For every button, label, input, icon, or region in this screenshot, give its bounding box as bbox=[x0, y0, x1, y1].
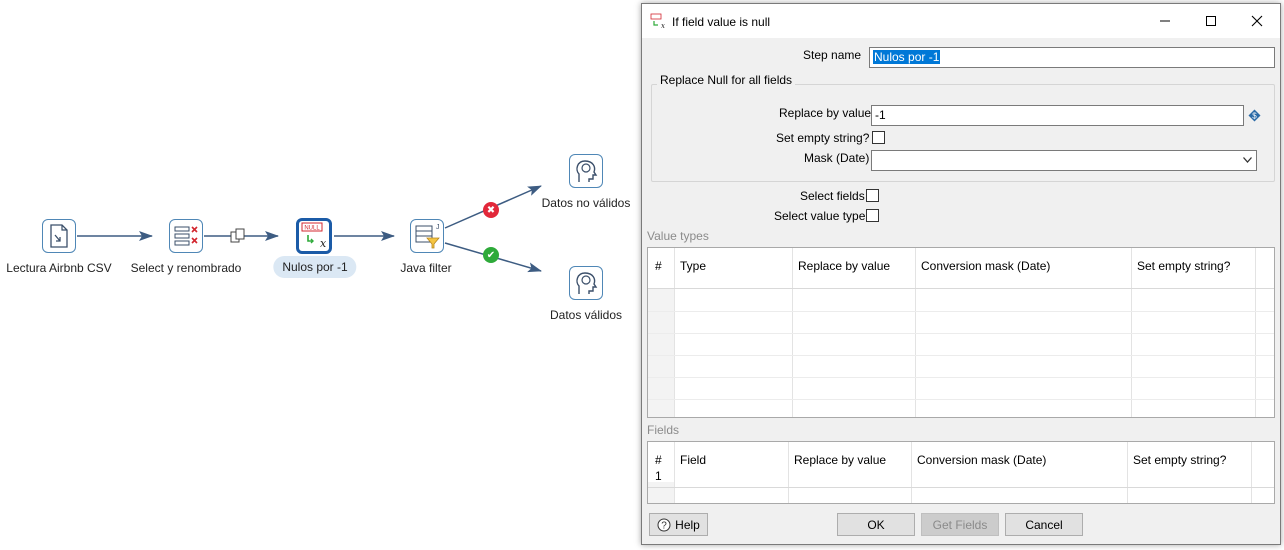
minimize-button[interactable] bbox=[1142, 4, 1188, 38]
column-header[interactable]: Set empty string? bbox=[1137, 259, 1230, 273]
column-header[interactable]: Replace by value bbox=[794, 453, 886, 467]
help-label: Help bbox=[675, 517, 700, 532]
maximize-icon bbox=[1206, 16, 1216, 26]
help-button[interactable]: ? Help bbox=[649, 513, 708, 536]
column-header[interactable]: # bbox=[655, 259, 662, 273]
replace-by-value-label: Replace by value bbox=[779, 106, 872, 120]
csv-input-icon bbox=[50, 224, 68, 248]
select-value-type-checkbox[interactable] bbox=[866, 209, 879, 222]
svg-text:$: $ bbox=[1252, 112, 1257, 121]
close-button[interactable] bbox=[1234, 4, 1280, 38]
cancel-button[interactable]: Cancel bbox=[1005, 513, 1083, 536]
chevron-down-icon bbox=[1243, 157, 1252, 163]
select-value-type-label: Select value type bbox=[774, 209, 866, 223]
copy-rows-icon bbox=[230, 228, 245, 243]
step-label-selected: Nulos por -1 bbox=[273, 256, 357, 278]
replace-by-value-text: -1 bbox=[875, 108, 886, 122]
cancel-label: Cancel bbox=[1025, 517, 1063, 532]
help-icon: ? bbox=[657, 518, 671, 531]
minimize-icon bbox=[1160, 20, 1170, 22]
get-fields-label: Get Fields bbox=[932, 517, 988, 532]
step-label: Datos válidos bbox=[549, 308, 623, 322]
step-label: Java filter bbox=[400, 261, 452, 275]
replace-null-all-title: Replace Null for all fields bbox=[657, 73, 796, 87]
dummy-step-icon bbox=[576, 160, 598, 182]
select-fields-checkbox[interactable] bbox=[866, 189, 879, 202]
value-types-title: Value types bbox=[647, 229, 709, 243]
variable-icon[interactable]: $ bbox=[1248, 109, 1261, 122]
row-number[interactable]: 1 bbox=[655, 469, 662, 483]
svg-text:x: x bbox=[661, 22, 665, 29]
column-header[interactable]: # bbox=[655, 453, 662, 467]
step-name-input[interactable]: Nulos por -1 bbox=[869, 47, 1275, 68]
column-header[interactable]: Conversion mask (Date) bbox=[917, 453, 1046, 467]
ok-button[interactable]: OK bbox=[837, 513, 915, 536]
replace-by-value-input[interactable]: -1 bbox=[871, 105, 1244, 126]
step-nulos-por-1[interactable]: NULL x bbox=[296, 218, 332, 254]
dialog-titlebar[interactable]: x If field value is null bbox=[642, 4, 1280, 38]
step-lectura-airbnb-csv[interactable] bbox=[42, 219, 76, 253]
mask-date-label: Mask (Date) bbox=[804, 151, 870, 165]
step-select-y-renombrado[interactable] bbox=[169, 219, 203, 253]
value-types-table[interactable]: # Type Replace by value Conversion mask … bbox=[647, 247, 1275, 418]
step-datos-no-validos[interactable] bbox=[569, 154, 603, 188]
transformation-canvas[interactable]: ✖ ✔ Lectura Airbnb CSV Select y renombra… bbox=[0, 0, 640, 550]
null-badge-text: NULL bbox=[304, 226, 320, 232]
column-header[interactable]: Replace by value bbox=[798, 259, 890, 273]
step-label: Select y renombrado bbox=[130, 261, 242, 275]
dialog-title: If field value is null bbox=[672, 15, 771, 29]
step-name-label: Step name bbox=[803, 48, 862, 62]
column-header[interactable]: Type bbox=[680, 259, 706, 273]
close-icon bbox=[1251, 15, 1263, 27]
maximize-button[interactable] bbox=[1188, 4, 1234, 38]
set-empty-string-label: Set empty string? bbox=[776, 131, 870, 145]
mask-date-select[interactable] bbox=[871, 150, 1257, 171]
svg-text:?: ? bbox=[661, 520, 667, 531]
step-name-value: Nulos por -1 bbox=[873, 50, 941, 64]
svg-text:x: x bbox=[320, 237, 327, 250]
step-label: Datos no válidos bbox=[541, 196, 631, 210]
step-datos-validos[interactable] bbox=[569, 266, 603, 300]
dummy-step-icon bbox=[576, 272, 598, 294]
if-null-icon: x bbox=[650, 13, 665, 29]
step-java-filter[interactable]: J bbox=[410, 219, 444, 253]
column-header[interactable]: Field bbox=[680, 453, 706, 467]
column-header[interactable]: Set empty string? bbox=[1133, 453, 1226, 467]
fields-table[interactable]: # Field Replace by value Conversion mask… bbox=[647, 441, 1275, 504]
java-filter-icon: J bbox=[415, 224, 440, 249]
set-empty-string-checkbox[interactable] bbox=[872, 131, 885, 144]
column-header[interactable]: Conversion mask (Date) bbox=[921, 259, 1050, 273]
get-fields-button[interactable]: Get Fields bbox=[921, 513, 999, 536]
false-result-badge: ✖ bbox=[483, 202, 499, 218]
if-null-dialog: x If field value is null Step name Nulos… bbox=[641, 3, 1281, 545]
ok-label: OK bbox=[867, 517, 885, 532]
select-values-icon bbox=[174, 226, 198, 246]
if-null-icon: NULL x bbox=[301, 222, 327, 250]
select-fields-label: Select fields bbox=[800, 189, 865, 203]
step-label: Lectura Airbnb CSV bbox=[6, 261, 112, 275]
svg-text:J: J bbox=[436, 224, 440, 231]
true-result-badge: ✔ bbox=[483, 247, 499, 263]
fields-title: Fields bbox=[647, 423, 680, 437]
